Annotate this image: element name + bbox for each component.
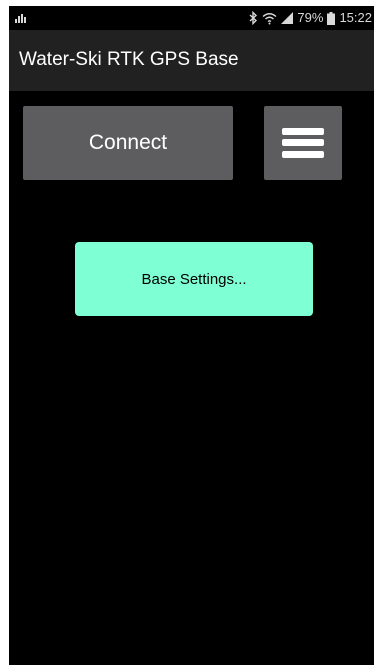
app-bar: Water-Ski RTK GPS Base [9, 30, 374, 91]
cell-signal-icon [281, 12, 294, 24]
battery-icon [327, 11, 336, 25]
bluetooth-icon [249, 11, 258, 25]
status-icons: 79% 15:22 [249, 10, 372, 26]
menu-button[interactable] [264, 106, 342, 180]
wifi-icon [262, 12, 277, 25]
status-time: 15:22 [339, 10, 372, 25]
connect-button[interactable]: Connect [23, 106, 233, 180]
app-title: Water-Ski RTK GPS Base [19, 49, 239, 70]
battery-percent: 79% [297, 10, 324, 25]
base-settings-button[interactable]: Base Settings... [75, 242, 313, 316]
signal-bars-icon [15, 12, 27, 24]
status-bar: 79% 15:22 [9, 6, 374, 30]
phone-screen: 79% 15:22 Water-Ski RTK GPS Base Connect… [9, 6, 374, 665]
